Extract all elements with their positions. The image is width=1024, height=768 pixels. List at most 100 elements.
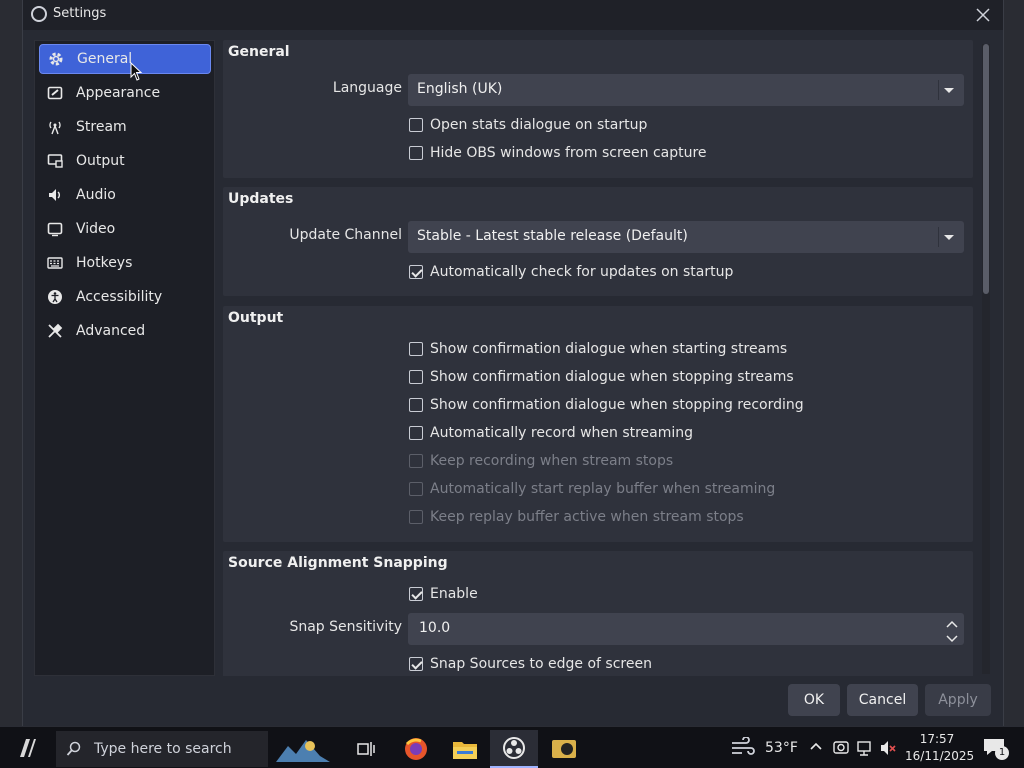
checkbox-label: Automatically record when streaming	[430, 425, 694, 441]
firefox-button[interactable]	[392, 730, 440, 768]
auto-replay-buffer-checkbox: Automatically start replay buffer when s…	[409, 479, 775, 499]
obs-logo-icon	[503, 737, 525, 759]
checkbox-label: Enable	[430, 586, 478, 602]
palette-icon	[47, 85, 63, 101]
tools-icon	[47, 323, 63, 339]
weather-temperature: 53°F	[765, 740, 798, 756]
sidebar-item-advanced[interactable]: Advanced	[39, 316, 211, 346]
cancel-button[interactable]: Cancel	[847, 684, 918, 716]
snap-edge-checkbox[interactable]: Snap Sources to edge of screen	[409, 654, 652, 674]
volume-muted-icon	[881, 741, 896, 755]
accessibility-icon	[47, 289, 63, 305]
apply-button[interactable]: Apply	[925, 684, 991, 716]
checkbox-box	[409, 342, 423, 356]
taskbar-search[interactable]: Type here to search	[56, 731, 268, 767]
update-channel-dropdown[interactable]: Stable - Latest stable release (Default)	[408, 221, 964, 253]
checkbox-box	[409, 454, 423, 468]
open-stats-checkbox[interactable]: Open stats dialogue on startup	[409, 115, 647, 135]
title-bar[interactable]: Settings	[23, 0, 1003, 30]
checkbox-box	[409, 587, 423, 601]
sidebar-item-label: Output	[76, 153, 125, 169]
auto-record-checkbox[interactable]: Automatically record when streaming	[409, 423, 693, 443]
settings-window: Settings General Appearance Stream Outpu…	[22, 0, 1004, 726]
window-title: Settings	[53, 6, 107, 21]
sidebar-item-video[interactable]: Video	[39, 214, 211, 244]
snap-sensitivity-label: Snap Sensitivity	[289, 619, 402, 635]
sidebar-item-label: General	[77, 51, 133, 67]
mouse-cursor-icon	[130, 62, 143, 81]
folder-icon	[453, 742, 477, 759]
chevron-down-icon	[938, 227, 958, 247]
language-value: English (UK)	[417, 81, 503, 97]
checkbox-box	[409, 426, 423, 440]
hide-windows-checkbox[interactable]: Hide OBS windows from screen capture	[409, 143, 707, 163]
start-button[interactable]	[14, 735, 42, 763]
weather-widget[interactable]	[730, 736, 756, 761]
sidebar-item-output[interactable]: Output	[39, 146, 211, 176]
checkbox-box	[409, 370, 423, 384]
settings-content: General Language English (UK) Open stats…	[219, 40, 977, 676]
ok-button[interactable]: OK	[788, 684, 840, 716]
keep-replay-buffer-checkbox: Keep replay buffer active when stream st…	[409, 507, 744, 527]
checkbox-label: Keep recording when stream stops	[430, 453, 674, 469]
output-group: Output Show confirmation dialogue when s…	[223, 306, 973, 542]
close-icon	[976, 8, 990, 22]
snapping-enable-checkbox[interactable]: Enable	[409, 584, 478, 604]
checkbox-label: Automatically check for updates on start…	[430, 264, 734, 280]
spin-down-button[interactable]	[944, 630, 960, 643]
news-widget-button[interactable]	[272, 730, 334, 768]
group-title: General	[228, 44, 290, 60]
chevron-down-icon	[946, 635, 958, 643]
snap-sensitivity-spinbox[interactable]: 10.0	[408, 613, 964, 645]
language-label: Language	[332, 80, 402, 96]
sidebar-item-label: Accessibility	[76, 289, 163, 305]
task-view-button[interactable]	[342, 730, 390, 768]
firefox-icon	[405, 738, 427, 760]
checkbox-box	[409, 482, 423, 496]
tray-overflow-button[interactable]	[808, 739, 824, 759]
confirm-stop-recording-checkbox[interactable]: Show confirmation dialogue when stopping…	[409, 395, 804, 415]
sidebar-item-audio[interactable]: Audio	[39, 180, 211, 210]
notification-center-button[interactable]: 1	[983, 737, 1009, 761]
settings-sidebar: General Appearance Stream Output Audio V…	[34, 40, 215, 676]
content-scrollbar[interactable]	[982, 44, 990, 674]
group-title: Updates	[228, 191, 294, 207]
close-button[interactable]	[971, 3, 995, 27]
checkbox-box	[409, 657, 423, 671]
sidebar-item-label: Advanced	[76, 323, 146, 339]
sidebar-item-appearance[interactable]: Appearance	[39, 78, 211, 108]
tray-network-button[interactable]	[856, 739, 874, 761]
tray-camera-button[interactable]	[832, 739, 850, 761]
snapping-group: Source Alignment Snapping Enable Snap Se…	[223, 551, 973, 676]
taskbar: Type here to search 53°F 17:57 16/11/202…	[0, 726, 1024, 768]
sidebar-item-general[interactable]: General	[39, 44, 211, 74]
tray-volume-button[interactable]	[879, 739, 897, 761]
sidebar-item-stream[interactable]: Stream	[39, 112, 211, 142]
keyboard-icon	[47, 255, 63, 271]
monitor-output-icon	[47, 153, 63, 169]
confirm-stop-stream-checkbox[interactable]: Show confirmation dialogue when stopping…	[409, 367, 794, 387]
language-dropdown[interactable]: English (UK)	[408, 74, 964, 106]
file-explorer-button[interactable]	[441, 730, 489, 768]
background-window-right	[1002, 0, 1024, 726]
screen-icon	[47, 221, 63, 237]
keep-recording-checkbox: Keep recording when stream stops	[409, 451, 673, 471]
scroll-thumb[interactable]	[983, 44, 989, 294]
update-channel-value: Stable - Latest stable release (Default)	[417, 228, 688, 244]
sidebar-item-hotkeys[interactable]: Hotkeys	[39, 248, 211, 278]
sidebar-item-label: Audio	[76, 187, 116, 203]
sidebar-item-accessibility[interactable]: Accessibility	[39, 282, 211, 312]
checkbox-box	[409, 118, 423, 132]
general-group: General Language English (UK) Open stats…	[223, 40, 973, 178]
obs-taskbar-button[interactable]	[490, 730, 538, 768]
antenna-icon	[47, 119, 63, 135]
wind-icon	[732, 736, 755, 755]
sidebar-item-label: Appearance	[76, 85, 161, 101]
speaker-icon	[47, 187, 63, 203]
taskbar-clock[interactable]: 17:57 16/11/2025	[905, 731, 974, 765]
media-app-button[interactable]	[540, 730, 588, 768]
updates-group: Updates Update Channel Stable - Latest s…	[223, 187, 973, 296]
auto-check-updates-checkbox[interactable]: Automatically check for updates on start…	[409, 262, 733, 282]
spin-up-button[interactable]	[944, 616, 960, 629]
confirm-start-stream-checkbox[interactable]: Show confirmation dialogue when starting…	[409, 339, 787, 359]
